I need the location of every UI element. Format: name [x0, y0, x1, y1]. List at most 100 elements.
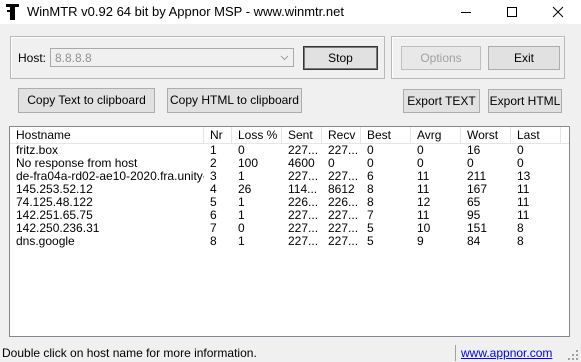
- export-text-button[interactable]: Export TEXT: [403, 89, 480, 113]
- nr-cell: 2: [210, 157, 217, 170]
- hostname-cell[interactable]: 145.253.52.12: [10, 183, 204, 196]
- worst-cell: 65: [467, 196, 481, 209]
- options-button[interactable]: Options: [401, 46, 481, 70]
- column-header-last[interactable]: Last: [511, 127, 561, 143]
- last-cell: 11: [517, 196, 530, 209]
- sent-cell: 227...: [288, 144, 319, 157]
- maximize-icon: [507, 7, 517, 17]
- hostname-cell[interactable]: dns.google: [10, 235, 204, 248]
- recv-cell: 227...: [328, 235, 359, 248]
- last-cell: 11: [517, 183, 530, 196]
- table-row[interactable]: dns.google 8 1 227... 227... 5 9 84 8: [10, 235, 569, 248]
- column-header-best[interactable]: Best: [361, 127, 411, 143]
- sent-cell: 226...: [288, 196, 319, 209]
- sent-cell: 227...: [288, 235, 319, 248]
- loss-cell: 1: [238, 209, 245, 222]
- nr-cell: 7: [210, 222, 217, 235]
- table-row[interactable]: fritz.box 1 0 227... 227... 0 0 16 0: [10, 144, 569, 157]
- worst-cell: 0: [467, 157, 474, 170]
- loss-cell: 0: [238, 144, 245, 157]
- host-label: Host:: [18, 51, 47, 65]
- close-button[interactable]: [535, 0, 581, 24]
- nr-cell: 3: [210, 170, 217, 183]
- best-cell: 6: [367, 170, 374, 183]
- results-list[interactable]: Hostname Nr Loss % Sent Recv Best Avrg W…: [9, 126, 570, 337]
- close-icon: [552, 6, 564, 18]
- title-bar: WinMTR v0.92 64 bit by Appnor MSP - www.…: [0, 0, 581, 24]
- avrg-cell: 11: [417, 170, 430, 183]
- recv-cell: 227...: [328, 170, 359, 183]
- column-header-loss[interactable]: Loss %: [232, 127, 282, 143]
- table-row[interactable]: 74.125.48.122 5 1 226... 226... 8 12 65 …: [10, 196, 569, 209]
- best-cell: 0: [367, 157, 374, 170]
- export-html-button[interactable]: Export HTML: [488, 89, 562, 113]
- last-cell: 8: [517, 222, 524, 235]
- column-header-worst[interactable]: Worst: [461, 127, 511, 143]
- loss-cell: 1: [238, 235, 245, 248]
- hostname-cell[interactable]: No response from host: [10, 157, 204, 170]
- nr-cell: 4: [210, 183, 217, 196]
- copy-html-button[interactable]: Copy HTML to clipboard: [167, 88, 302, 113]
- worst-cell: 211: [467, 170, 487, 183]
- worst-cell: 151: [467, 222, 488, 235]
- loss-cell: 26: [238, 183, 252, 196]
- recv-cell: 0: [328, 157, 335, 170]
- table-row[interactable]: 142.251.65.75 6 1 227... 227... 7 11 95 …: [10, 209, 569, 222]
- recv-cell: 227...: [328, 209, 359, 222]
- loss-cell: 0: [238, 222, 245, 235]
- status-text: Double click on host name for more infor…: [2, 346, 257, 360]
- appnor-link[interactable]: www.appnor.com: [461, 346, 552, 360]
- worst-cell: 84: [467, 235, 481, 248]
- best-cell: 5: [367, 222, 374, 235]
- column-header-nr[interactable]: Nr: [204, 127, 232, 143]
- column-header-recv[interactable]: Recv: [322, 127, 361, 143]
- sent-cell: 114...: [288, 183, 318, 196]
- chevron-down-icon[interactable]: [277, 50, 292, 65]
- hostname-cell[interactable]: 142.251.65.75: [10, 209, 204, 222]
- loss-cell: 100: [238, 157, 259, 170]
- column-header-sent[interactable]: Sent: [282, 127, 322, 143]
- recv-cell: 227...: [328, 144, 359, 157]
- exit-button[interactable]: Exit: [488, 46, 560, 70]
- resize-grip-icon[interactable]: [566, 348, 579, 361]
- minimize-icon: [461, 12, 471, 13]
- column-header-avrg[interactable]: Avrg: [411, 127, 461, 143]
- status-divider: [455, 345, 456, 361]
- hostname-cell[interactable]: de-fra04a-rd02-ae10-2020.fra.unity-m...: [10, 170, 204, 183]
- recv-cell: 8612: [328, 183, 355, 196]
- nr-cell: 1: [210, 144, 217, 157]
- sent-cell: 227...: [288, 170, 319, 183]
- avrg-cell: 11: [417, 183, 430, 196]
- hostname-cell[interactable]: 74.125.48.122: [10, 196, 204, 209]
- host-input-value[interactable]: 8.8.8.8: [55, 51, 92, 65]
- avrg-cell: 12: [417, 196, 431, 209]
- last-cell: 13: [517, 170, 531, 183]
- list-header: Hostname Nr Loss % Sent Recv Best Avrg W…: [10, 127, 569, 144]
- status-bar: Double click on host name for more infor…: [0, 343, 581, 362]
- host-combobox[interactable]: 8.8.8.8: [50, 48, 294, 67]
- copy-text-button[interactable]: Copy Text to clipboard: [18, 88, 155, 113]
- table-row[interactable]: No response from host 2 100 4600 0 0 0 0…: [10, 157, 569, 170]
- maximize-button[interactable]: [489, 0, 535, 24]
- sent-cell: 227...: [288, 209, 319, 222]
- column-header-hostname[interactable]: Hostname: [10, 127, 204, 143]
- last-cell: 11: [517, 209, 530, 222]
- last-cell: 0: [517, 144, 524, 157]
- worst-cell: 95: [467, 209, 481, 222]
- hostname-cell[interactable]: 142.250.236.31: [10, 222, 204, 235]
- recv-cell: 227...: [328, 222, 359, 235]
- worst-cell: 16: [467, 144, 481, 157]
- table-row[interactable]: de-fra04a-rd02-ae10-2020.fra.unity-m... …: [10, 170, 569, 183]
- window-title: WinMTR v0.92 64 bit by Appnor MSP - www.…: [27, 4, 344, 19]
- table-row[interactable]: 145.253.52.12 4 26 114... 8612 8 11 167 …: [10, 183, 569, 196]
- app-icon: [6, 4, 19, 20]
- minimize-button[interactable]: [443, 0, 489, 24]
- loss-cell: 1: [238, 196, 245, 209]
- nr-cell: 8: [210, 235, 217, 248]
- hostname-cell[interactable]: fritz.box: [10, 144, 204, 157]
- best-cell: 8: [367, 196, 374, 209]
- last-cell: 8: [517, 235, 524, 248]
- best-cell: 5: [367, 235, 374, 248]
- table-row[interactable]: 142.250.236.31 7 0 227... 227... 5 10 15…: [10, 222, 569, 235]
- stop-button[interactable]: Stop: [303, 46, 378, 70]
